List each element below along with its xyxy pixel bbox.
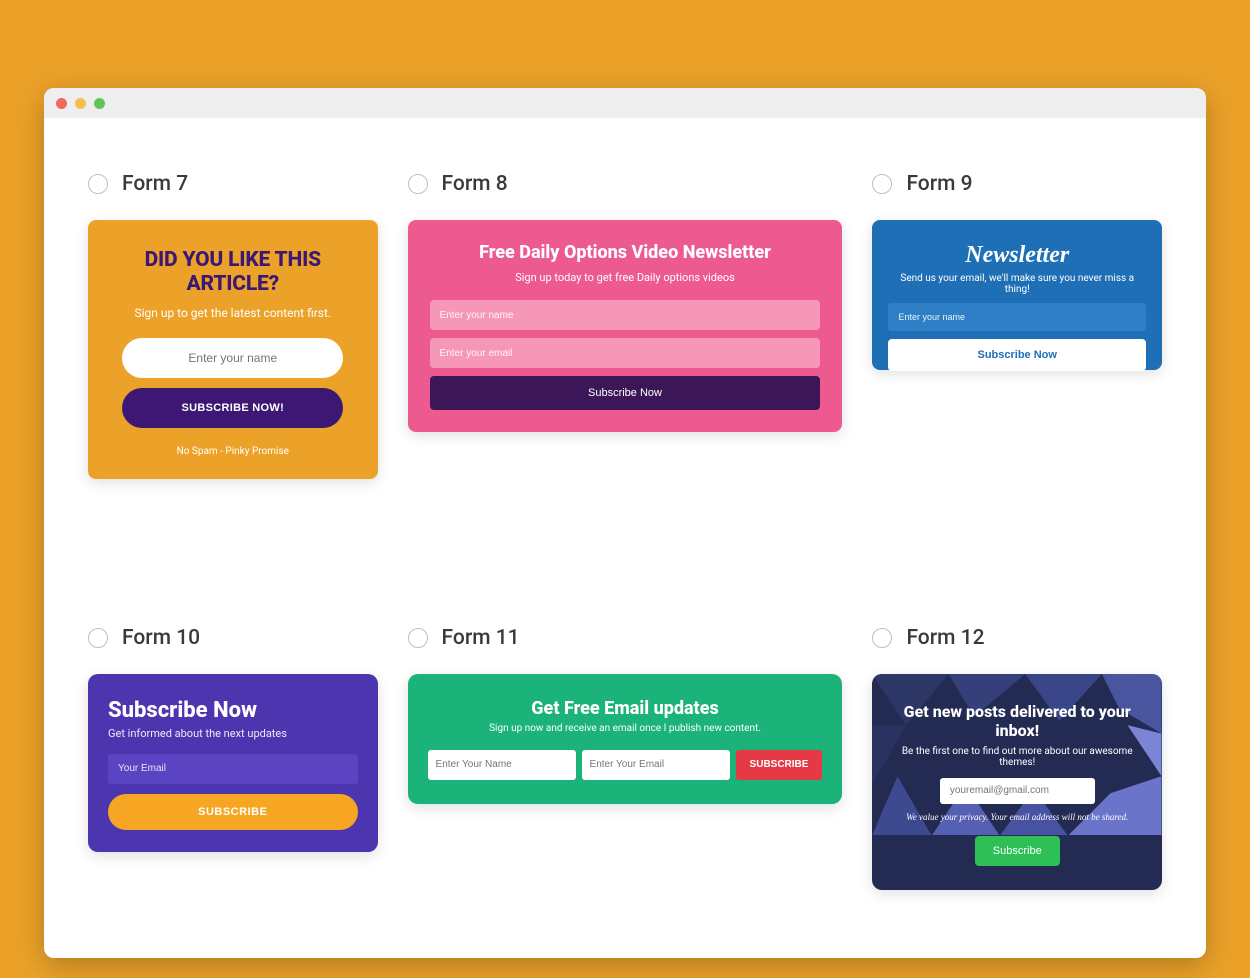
name-input[interactable]	[122, 338, 343, 378]
select-form-9-radio[interactable]	[872, 174, 892, 194]
item-label: Form 7	[122, 172, 188, 196]
form-subtitle: Sign up today to get free Daily options …	[430, 271, 821, 284]
window-titlebar	[44, 88, 1206, 118]
form-subtitle: Sign up to get the latest content first.	[110, 306, 356, 320]
form-9-preview: Newsletter Send us your email, we'll mak…	[872, 220, 1162, 370]
privacy-disclaimer: We value your privacy. Your email addres…	[892, 812, 1142, 822]
subscribe-button[interactable]: Subscribe Now	[888, 339, 1146, 371]
item-label: Form 9	[906, 172, 972, 196]
window-close-dot[interactable]	[56, 98, 67, 109]
email-input[interactable]	[430, 338, 821, 368]
select-form-7-radio[interactable]	[88, 174, 108, 194]
name-input[interactable]	[888, 303, 1146, 331]
form-10-preview: Subscribe Now Get informed about the nex…	[88, 674, 378, 852]
form-title: Newsletter	[888, 242, 1146, 269]
form-12-preview: Get new posts delivered to your inbox! B…	[872, 674, 1162, 890]
form-title: Free Daily Options Video Newsletter	[430, 242, 821, 263]
form-8-preview: Free Daily Options Video Newsletter Sign…	[408, 220, 843, 432]
form-11-preview: Get Free Email updates Sign up now and r…	[408, 674, 843, 804]
form-subtitle: Be the first one to find out more about …	[892, 746, 1142, 768]
subscribe-button[interactable]: Subscribe	[975, 836, 1060, 866]
email-input[interactable]	[582, 750, 730, 780]
form-gallery-grid: Form 7 DID YOU LIKE THIS ARTICLE? Sign u…	[44, 118, 1206, 958]
email-input[interactable]	[940, 778, 1095, 804]
gallery-item-7: Form 7 DID YOU LIKE THIS ARTICLE? Sign u…	[88, 172, 378, 508]
select-form-10-radio[interactable]	[88, 628, 108, 648]
browser-window: Form 7 DID YOU LIKE THIS ARTICLE? Sign u…	[44, 88, 1206, 958]
gallery-item-11: Form 11 Get Free Email updates Sign up n…	[408, 626, 843, 919]
form-title: Get Free Email updates	[428, 698, 823, 719]
select-form-12-radio[interactable]	[872, 628, 892, 648]
form-7-preview: DID YOU LIKE THIS ARTICLE? Sign up to ge…	[88, 220, 378, 479]
name-input[interactable]	[430, 300, 821, 330]
item-label: Form 8	[442, 172, 508, 196]
form-subtitle: Sign up now and receive an email once I …	[428, 723, 823, 734]
subscribe-button[interactable]: SUBSCRIBE	[736, 750, 823, 780]
select-form-11-radio[interactable]	[408, 628, 428, 648]
form-subtitle: Send us your email, we'll make sure you …	[888, 273, 1146, 295]
form-title: Subscribe Now	[108, 698, 358, 723]
gallery-item-9: Form 9 Newsletter Send us your email, we…	[872, 172, 1162, 508]
window-maximize-dot[interactable]	[94, 98, 105, 109]
form-subtitle: Get informed about the next updates	[108, 727, 358, 740]
form-footer: No Spam - Pinky Promise	[110, 446, 356, 457]
form-title: DID YOU LIKE THIS ARTICLE?	[110, 248, 356, 296]
subscribe-button[interactable]: SUBSCRIBE	[108, 794, 358, 830]
gallery-item-12: Form 12 Get new posts delivered to your …	[872, 626, 1162, 919]
name-input[interactable]	[428, 750, 576, 780]
subscribe-button[interactable]: Subscribe Now	[430, 376, 821, 410]
gallery-item-8: Form 8 Free Daily Options Video Newslett…	[408, 172, 843, 508]
email-input[interactable]	[108, 754, 358, 784]
subscribe-button[interactable]: SUBSCRIBE NOW!	[122, 388, 343, 428]
item-label: Form 12	[906, 626, 984, 650]
window-minimize-dot[interactable]	[75, 98, 86, 109]
form-title: Get new posts delivered to your inbox!	[892, 702, 1142, 740]
item-label: Form 10	[122, 626, 200, 650]
item-label: Form 11	[442, 626, 520, 650]
select-form-8-radio[interactable]	[408, 174, 428, 194]
gallery-item-10: Form 10 Subscribe Now Get informed about…	[88, 626, 378, 919]
